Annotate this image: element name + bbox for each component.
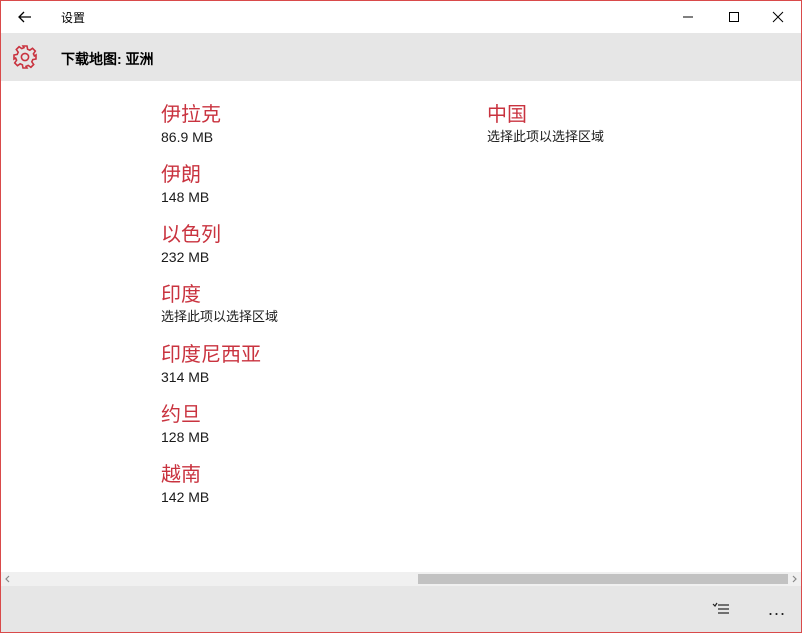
region-name: 约旦: [161, 404, 201, 426]
region-item[interactable]: 伊朗 148 MB: [161, 163, 278, 223]
region-size: 314 MB: [161, 369, 210, 385]
window-title: 设置: [61, 11, 86, 25]
region-size: 148 MB: [161, 189, 210, 205]
minimize-button[interactable]: [665, 1, 711, 33]
close-button[interactable]: [755, 1, 801, 33]
region-name: 印度: [161, 284, 201, 306]
region-item[interactable]: 印度 选择此项以选择区域: [161, 283, 278, 343]
maximize-button[interactable]: [711, 1, 757, 33]
region-hint: 选择此项以选择区域: [161, 309, 279, 324]
region-column-right: 中国 选择此项以选择区域: [487, 103, 604, 163]
title-bar: 设置: [1, 1, 801, 33]
minimize-icon: [683, 16, 693, 18]
region-size: 128 MB: [161, 429, 210, 445]
region-size: 86.9 MB: [161, 129, 214, 145]
region-size: 142 MB: [161, 489, 210, 505]
region-hint: 选择此项以选择区域: [487, 129, 605, 144]
scroll-left-icon[interactable]: [3, 574, 13, 584]
page-header: 下载地图: 亚洲: [1, 33, 801, 81]
region-name: 印度尼西亚: [161, 344, 261, 366]
settings-window: 设置 下载地图: 亚洲 伊拉克 86.9 MB 伊朗 148 MB 以色列 23…: [0, 0, 802, 633]
back-arrow-icon: [18, 11, 31, 23]
region-name: 越南: [161, 464, 201, 486]
region-item[interactable]: 伊拉克 86.9 MB: [161, 103, 278, 163]
region-item[interactable]: 以色列 232 MB: [161, 223, 278, 283]
region-name: 伊拉克: [161, 104, 221, 126]
page-title: 下载地图: 亚洲: [61, 51, 154, 67]
region-size: 232 MB: [161, 249, 210, 265]
bottom-app-bar: ...: [1, 586, 801, 632]
more-icon: ...: [767, 598, 786, 619]
more-button[interactable]: ...: [763, 596, 791, 622]
close-icon: [772, 11, 784, 23]
list-icon: [712, 602, 729, 614]
region-item[interactable]: 越南 142 MB: [161, 463, 278, 523]
region-item[interactable]: 约旦 128 MB: [161, 403, 278, 463]
region-item[interactable]: 印度尼西亚 314 MB: [161, 343, 278, 403]
gear-icon: [13, 45, 37, 69]
horizontal-scrollbar[interactable]: [1, 572, 801, 586]
region-name: 伊朗: [161, 164, 201, 186]
scrollbar-thumb[interactable]: [418, 574, 788, 584]
region-name: 中国: [487, 104, 527, 126]
select-list-button[interactable]: [707, 596, 735, 622]
scroll-right-icon[interactable]: [789, 574, 799, 584]
back-button[interactable]: [11, 5, 39, 29]
region-item[interactable]: 中国 选择此项以选择区域: [487, 103, 604, 163]
region-column-left: 伊拉克 86.9 MB 伊朗 148 MB 以色列 232 MB 印度 选择此项…: [161, 103, 278, 523]
region-name: 以色列: [161, 224, 221, 246]
maximize-icon: [729, 12, 739, 22]
region-list: 伊拉克 86.9 MB 伊朗 148 MB 以色列 232 MB 印度 选择此项…: [1, 81, 801, 571]
